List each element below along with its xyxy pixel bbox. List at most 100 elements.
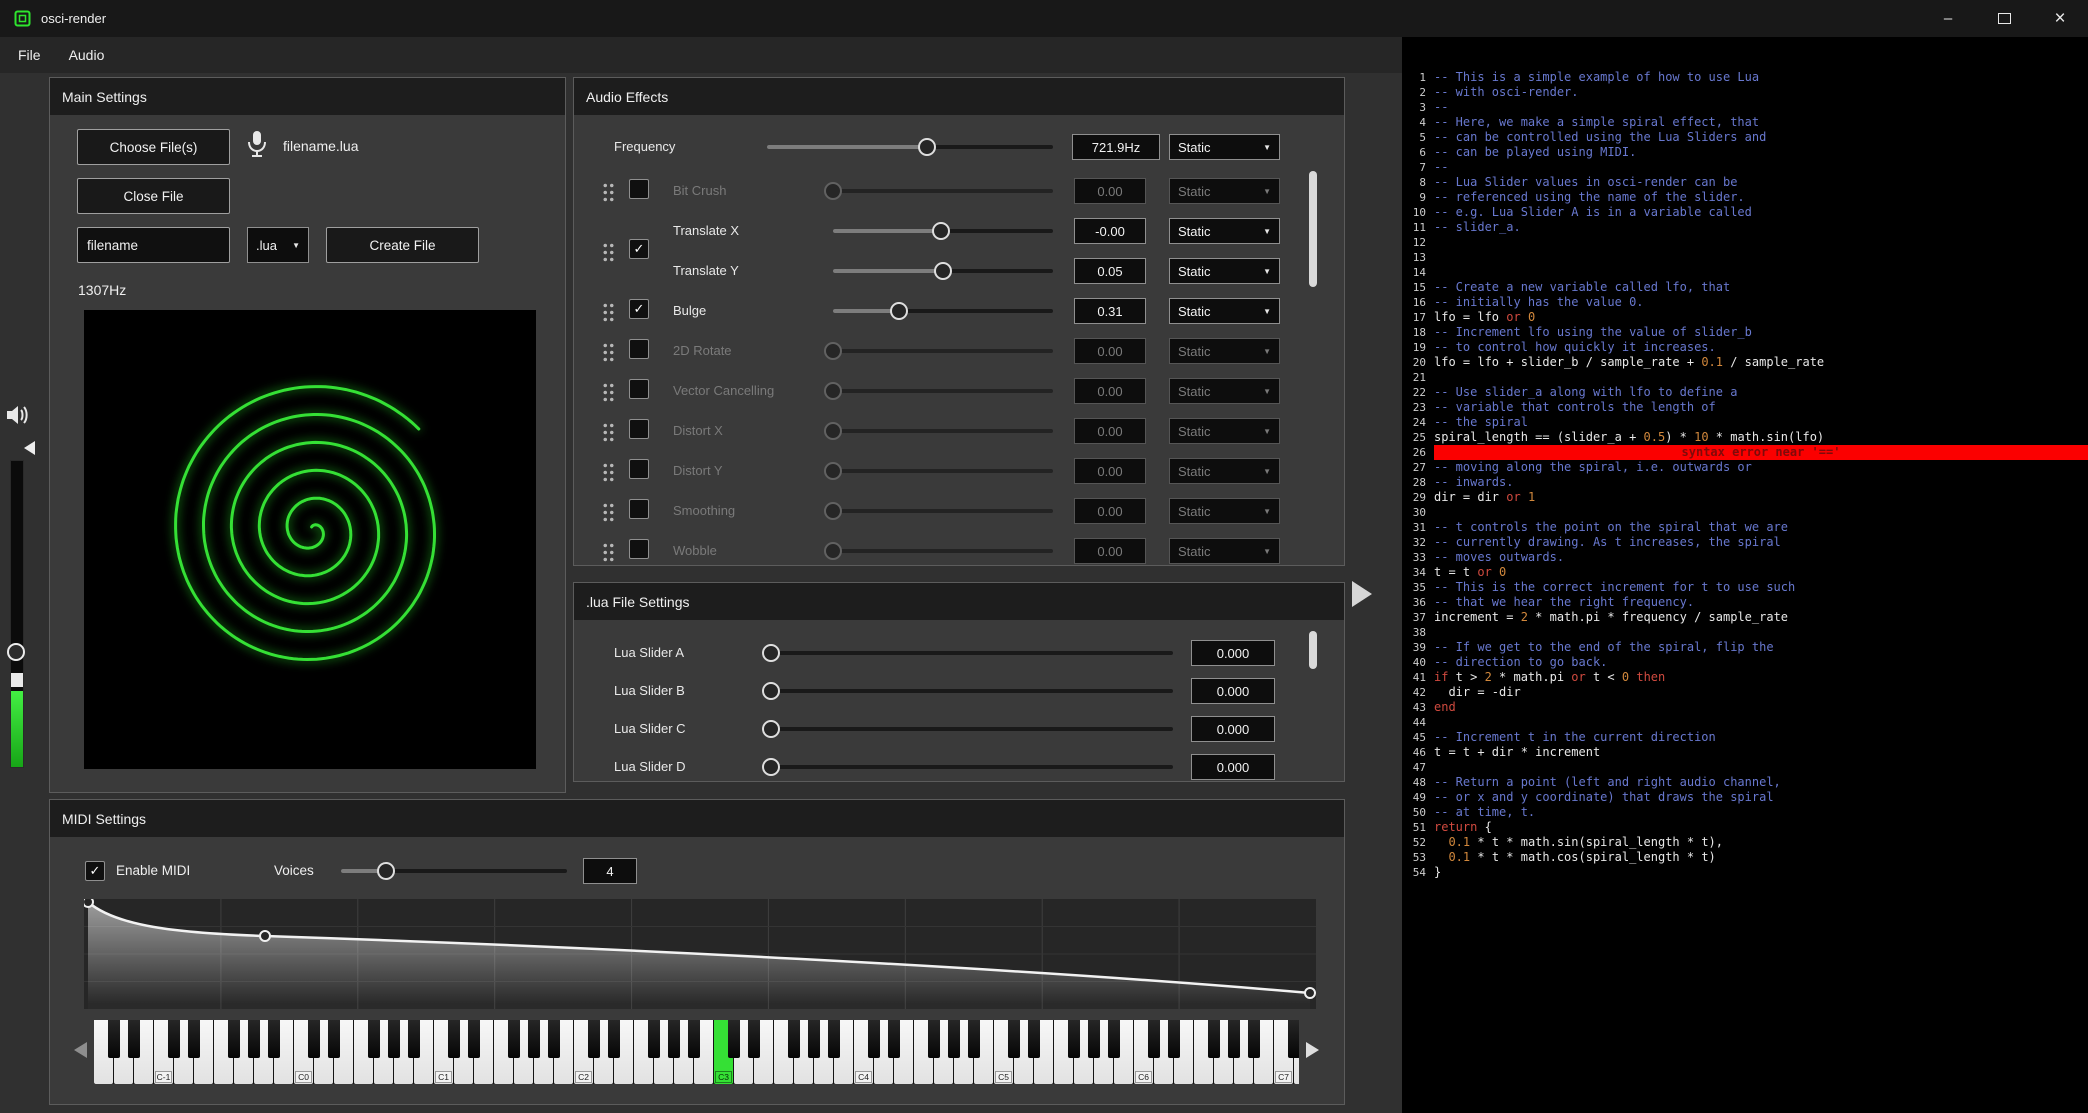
piano-key-black[interactable] <box>1008 1020 1020 1058</box>
effect-value[interactable]: 0.00 <box>1074 458 1146 484</box>
envelope-node[interactable] <box>260 931 270 941</box>
piano-key-black[interactable] <box>528 1020 540 1058</box>
filename-input[interactable]: filename <box>77 227 230 263</box>
piano-key-black[interactable] <box>108 1020 120 1058</box>
piano-key-black[interactable] <box>168 1020 180 1058</box>
effect-slider[interactable] <box>833 429 1053 433</box>
volume-knob[interactable] <box>7 643 25 661</box>
slider-thumb[interactable] <box>932 222 950 240</box>
piano-key-black[interactable] <box>248 1020 260 1058</box>
piano-key-black[interactable] <box>868 1020 880 1058</box>
effect-value[interactable]: 0.05 <box>1074 258 1146 284</box>
piano-key-black[interactable] <box>1088 1020 1100 1058</box>
create-file-button[interactable]: Create File <box>326 227 479 263</box>
drag-handle-icon[interactable] <box>601 381 614 402</box>
extension-dropdown[interactable]: .lua ▼ <box>247 227 309 263</box>
adsr-envelope[interactable] <box>84 899 1316 1009</box>
piano-key-black[interactable] <box>948 1020 960 1058</box>
microphone-icon[interactable] <box>246 130 268 163</box>
effect-mode-dropdown[interactable]: Static▼ <box>1169 378 1280 404</box>
effect-checkbox[interactable] <box>629 539 649 559</box>
lua-slider-d[interactable] <box>771 765 1173 769</box>
effect-mode-dropdown[interactable]: Static▼ <box>1169 458 1280 484</box>
piano-key-black[interactable] <box>888 1020 900 1058</box>
drag-handle-icon[interactable] <box>601 421 614 442</box>
drag-handle-icon[interactable] <box>601 341 614 362</box>
frequency-slider[interactable] <box>767 145 1053 149</box>
close-button[interactable]: × <box>2032 0 2088 37</box>
piano-key-black[interactable] <box>1028 1020 1040 1058</box>
close-file-button[interactable]: Close File <box>77 178 230 214</box>
effect-mode-dropdown[interactable]: Static▼ <box>1169 418 1280 444</box>
piano-key-black[interactable] <box>828 1020 840 1058</box>
effect-value[interactable]: 0.00 <box>1074 178 1146 204</box>
volume-slider-pointer[interactable] <box>24 441 35 455</box>
piano-key-black[interactable] <box>228 1020 240 1058</box>
effect-checkbox[interactable] <box>629 379 649 399</box>
piano-key-black[interactable] <box>1288 1020 1299 1058</box>
slider-thumb[interactable] <box>824 182 842 200</box>
slider-thumb[interactable] <box>824 502 842 520</box>
piano-key-black[interactable] <box>1168 1020 1180 1058</box>
effect-mode-dropdown[interactable]: Static▼ <box>1169 218 1280 244</box>
frequency-mode-dropdown[interactable]: Static ▼ <box>1169 134 1280 160</box>
effect-checkbox[interactable]: ✓ <box>629 299 649 319</box>
lua-slider-a[interactable] <box>771 651 1173 655</box>
choose-files-button[interactable]: Choose File(s) <box>77 129 230 165</box>
drag-handle-icon[interactable] <box>601 301 614 322</box>
piano-key-black[interactable] <box>388 1020 400 1058</box>
piano-key-black[interactable] <box>188 1020 200 1058</box>
editor-toggle-button[interactable] <box>1352 581 1372 607</box>
effect-slider[interactable] <box>833 349 1053 353</box>
piano-key-black[interactable] <box>1208 1020 1220 1058</box>
slider-thumb[interactable] <box>377 862 395 880</box>
piano-key-black[interactable] <box>468 1020 480 1058</box>
effect-slider[interactable] <box>833 549 1053 553</box>
effect-value[interactable]: 0.00 <box>1074 498 1146 524</box>
lua-slider-value[interactable]: 0.000 <box>1191 678 1275 704</box>
effect-slider[interactable] <box>833 229 1053 233</box>
piano-key-black[interactable] <box>508 1020 520 1058</box>
piano-key-black[interactable] <box>408 1020 420 1058</box>
lua-slider-b[interactable] <box>771 689 1173 693</box>
code-editor[interactable]: 1-- This is a simple example of how to u… <box>1402 37 2088 1113</box>
piano-key-black[interactable] <box>308 1020 320 1058</box>
piano-key-black[interactable] <box>588 1020 600 1058</box>
piano-key-black[interactable] <box>748 1020 760 1058</box>
effect-checkbox[interactable] <box>629 499 649 519</box>
minimize-button[interactable]: – <box>1920 0 1976 37</box>
piano-key-black[interactable] <box>548 1020 560 1058</box>
piano-key-black[interactable] <box>808 1020 820 1058</box>
piano-key-black[interactable] <box>728 1020 740 1058</box>
piano-key-black[interactable] <box>688 1020 700 1058</box>
envelope-node[interactable] <box>84 899 93 907</box>
voices-value[interactable]: 4 <box>583 858 637 884</box>
effect-checkbox[interactable] <box>629 339 649 359</box>
slider-thumb[interactable] <box>934 262 952 280</box>
slider-thumb[interactable] <box>824 422 842 440</box>
effect-mode-dropdown[interactable]: Static▼ <box>1169 498 1280 524</box>
piano-key-black[interactable] <box>1228 1020 1240 1058</box>
piano-key-black[interactable] <box>648 1020 660 1058</box>
lua-slider-value[interactable]: 0.000 <box>1191 754 1275 780</box>
effects-scrollbar[interactable] <box>1309 171 1317 287</box>
slider-thumb[interactable] <box>824 462 842 480</box>
slider-thumb[interactable] <box>762 682 780 700</box>
lua-slider-value[interactable]: 0.000 <box>1191 716 1275 742</box>
slider-thumb[interactable] <box>762 720 780 738</box>
effect-mode-dropdown[interactable]: Static▼ <box>1169 258 1280 284</box>
effect-value[interactable]: 0.00 <box>1074 538 1146 564</box>
slider-thumb[interactable] <box>824 342 842 360</box>
enable-midi-checkbox[interactable]: ✓ <box>85 861 105 881</box>
effect-slider[interactable] <box>833 509 1053 513</box>
piano-key-black[interactable] <box>788 1020 800 1058</box>
piano-key-black[interactable] <box>1068 1020 1080 1058</box>
slider-thumb[interactable] <box>824 542 842 560</box>
effect-value[interactable]: 0.00 <box>1074 378 1146 404</box>
piano-key-black[interactable] <box>1248 1020 1260 1058</box>
piano-key-black[interactable] <box>1148 1020 1160 1058</box>
menu-file[interactable]: File <box>4 37 55 73</box>
effect-mode-dropdown[interactable]: Static▼ <box>1169 338 1280 364</box>
drag-handle-icon[interactable] <box>601 541 614 562</box>
lua-scrollbar[interactable] <box>1309 631 1317 669</box>
